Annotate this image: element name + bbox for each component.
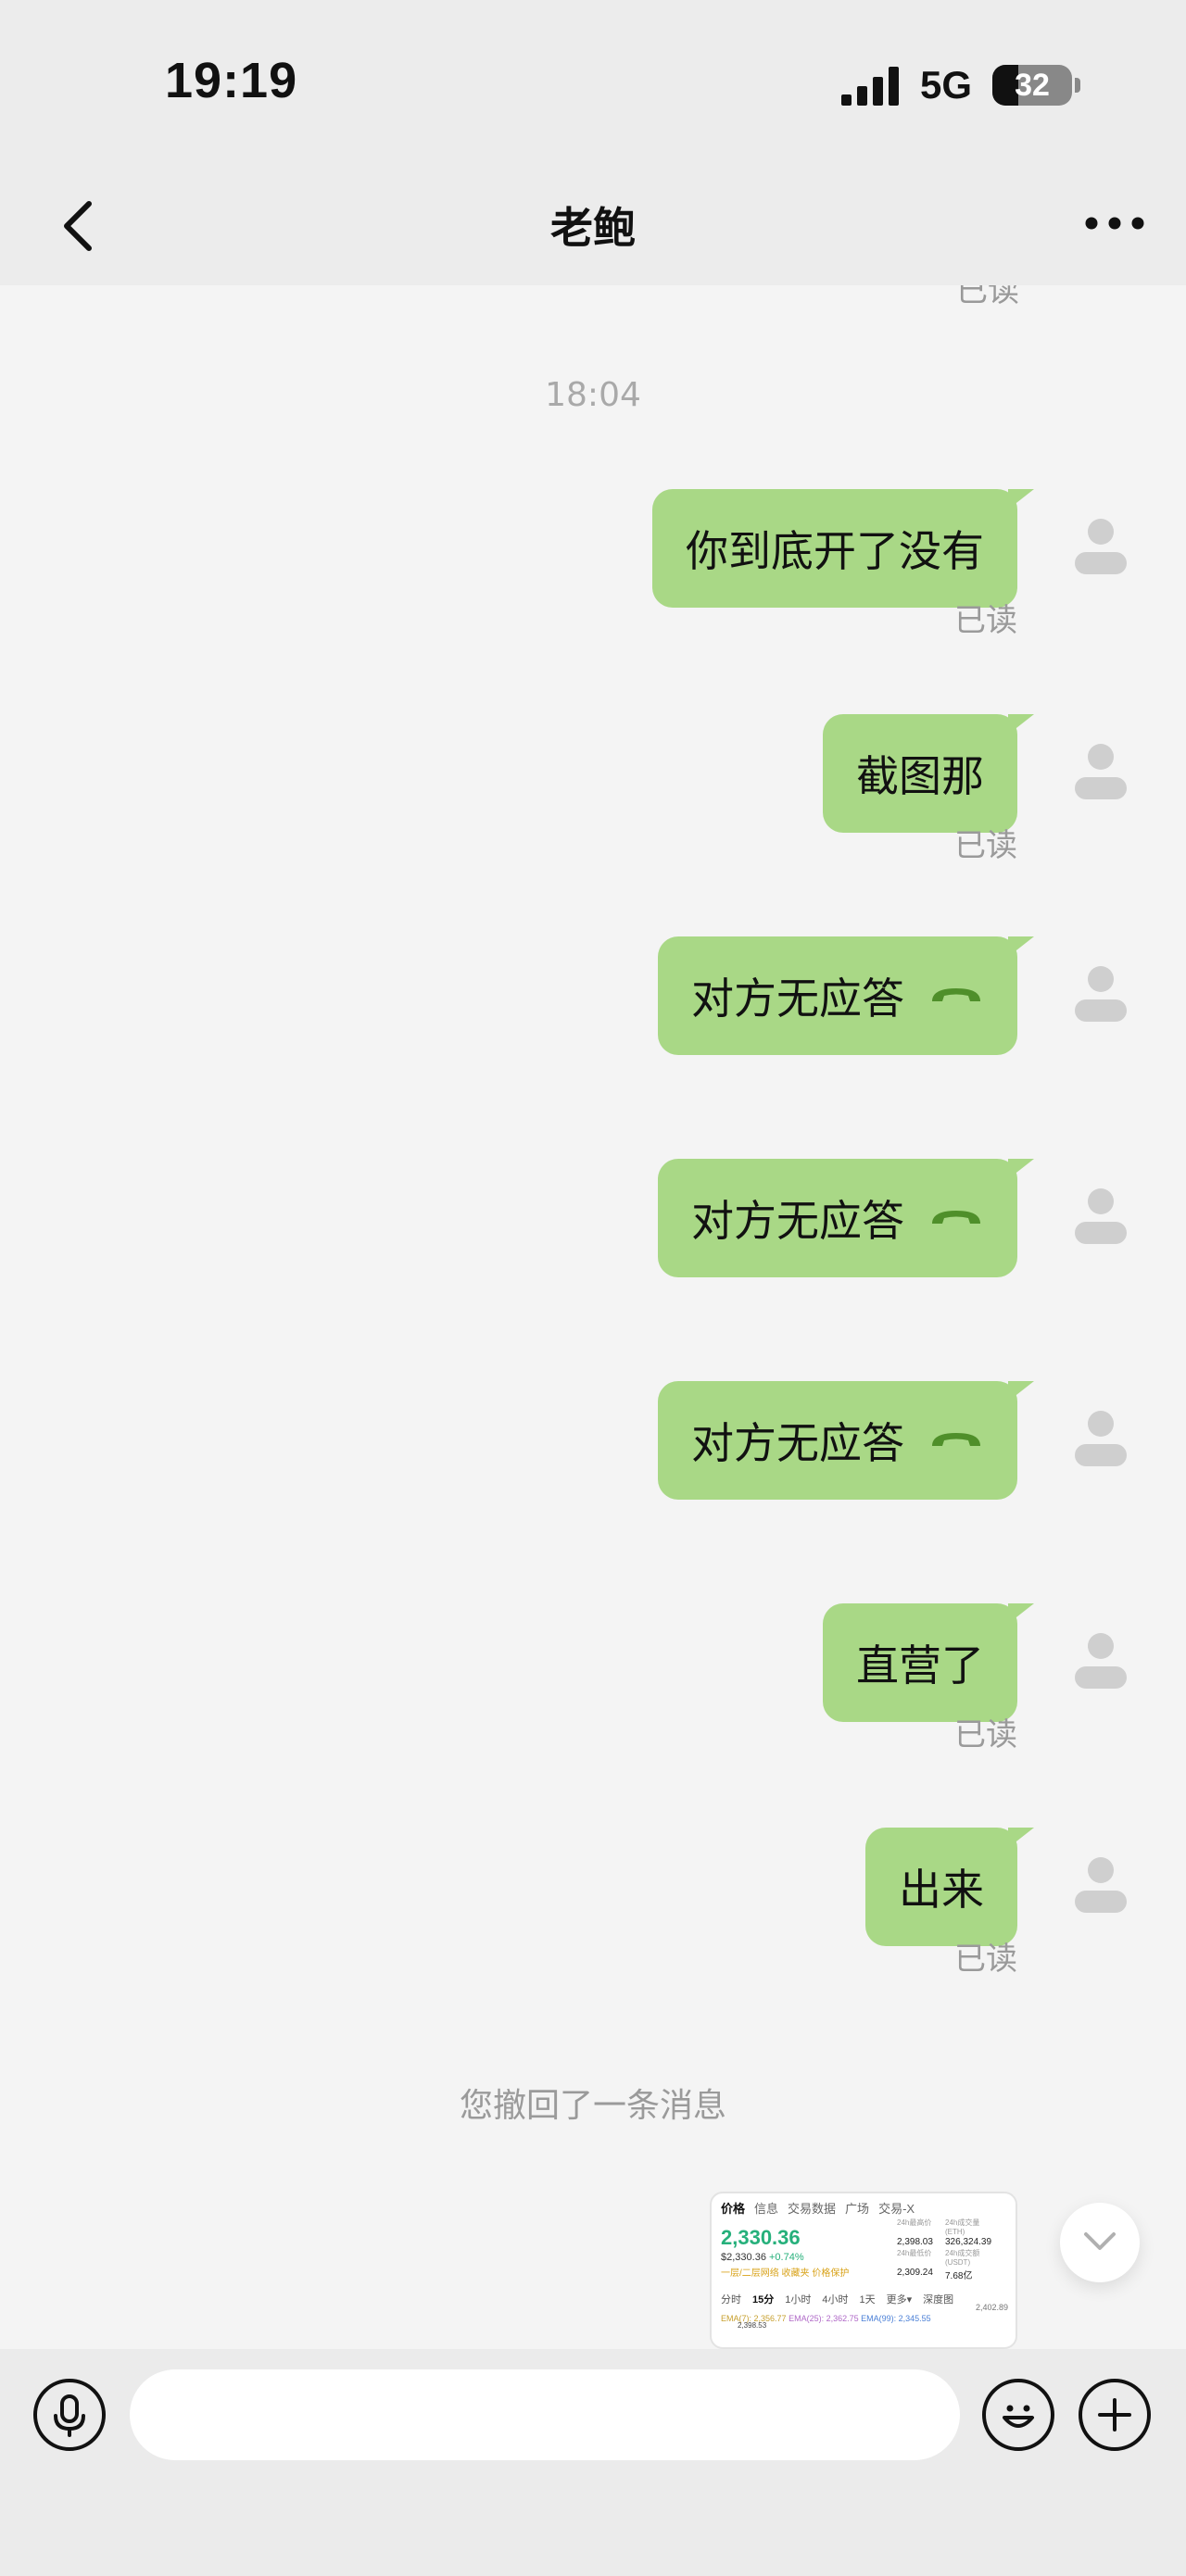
period-item-active: 15分 xyxy=(752,2294,775,2306)
avatar-icon[interactable] xyxy=(1075,1409,1127,1466)
call-status-text: 对方无应答 xyxy=(691,1196,904,1246)
avatar-icon[interactable] xyxy=(1075,742,1127,799)
call-record-row: 对方无应答 xyxy=(0,936,1186,1057)
avatar-icon[interactable] xyxy=(1075,1855,1127,1913)
message-input[interactable] xyxy=(130,2369,960,2460)
screenshot-tabs: 价格 信息 交易数据 广场 交易-X xyxy=(721,2199,1006,2217)
call-record-row: 对方无应答 xyxy=(0,1381,1186,1502)
screenshot-tab: 交易数据 xyxy=(788,2202,837,2216)
battery-level: 32 xyxy=(1015,68,1050,103)
avatar-icon[interactable] xyxy=(1075,1631,1127,1689)
message-bubble[interactable]: 出来 xyxy=(865,1828,1034,1946)
battery-icon: 32 xyxy=(992,65,1072,106)
ema-b: EMA(25): 2,362.75 xyxy=(789,2314,859,2323)
avatar-icon[interactable] xyxy=(1075,964,1127,1022)
stat-label: 24h成交额(USDT) xyxy=(945,2249,980,2267)
message-timestamp: 18:04 xyxy=(545,376,641,414)
network-type: 5G xyxy=(920,63,973,107)
microphone-icon xyxy=(54,2394,85,2437)
period-item: 分时 xyxy=(721,2294,741,2306)
screenshot-change: +0.74% xyxy=(769,2252,804,2263)
stat-value: 7.68亿 xyxy=(945,2271,973,2281)
message-bubble[interactable]: 截图那 xyxy=(823,714,1034,833)
message-text: 出来 xyxy=(899,1865,984,1915)
message-text: 截图那 xyxy=(856,751,984,801)
stat-value: 2,309.24 xyxy=(897,2268,933,2278)
screenshot-mini-label: 2,398.53 xyxy=(738,2321,767,2330)
screenshot-periods: 分时 15分 1小时 4小时 1天 更多▾ 深度图 xyxy=(721,2292,1006,2306)
image-message[interactable]: 价格 信息 交易数据 广场 交易-X 2,330.36 $2,330.36 +0… xyxy=(710,2192,1017,2349)
message-bubble[interactable]: 你到底开了没有 xyxy=(652,489,1034,608)
chat-title: 老鲍 xyxy=(550,203,636,253)
read-receipt: 已读 xyxy=(954,602,1017,639)
call-status-text: 对方无应答 xyxy=(691,974,904,1024)
screenshot-tab: 交易-X xyxy=(878,2202,915,2216)
call-status-text: 对方无应答 xyxy=(691,1418,904,1468)
chevron-down-icon xyxy=(1084,2232,1116,2250)
stat-label: 24h最高价 xyxy=(897,2218,932,2227)
read-receipt: 已读 xyxy=(954,827,1017,864)
screenshot-tab: 广场 xyxy=(845,2202,870,2216)
period-item: 4小时 xyxy=(822,2294,849,2306)
plus-icon xyxy=(1098,2398,1131,2431)
ema-c: EMA(99): 2,345.55 xyxy=(861,2314,931,2323)
status-time: 19:19 xyxy=(165,53,298,108)
message-text: 你到底开了没有 xyxy=(686,526,984,576)
emoji-icon xyxy=(1003,2405,1034,2428)
message-row: 出来 已读 xyxy=(0,1828,1186,1978)
hangup-phone-icon xyxy=(932,988,980,1001)
scroll-to-bottom-button[interactable] xyxy=(1060,2203,1140,2282)
avatar-icon[interactable] xyxy=(1075,517,1127,574)
period-item: 更多▾ xyxy=(886,2294,913,2306)
screenshot-axis-label: 2,402.89 xyxy=(975,2303,1008,2312)
period-item: 1小时 xyxy=(785,2294,812,2306)
call-record-bubble[interactable]: 对方无应答 xyxy=(658,936,1034,1055)
top-bar: 19:19 5G 32 老鲍 xyxy=(0,0,1186,285)
screenshot-stats: 24h最高价 24h成交量(ETH) 2,398.03 326,324.39 2… xyxy=(897,2218,997,2281)
battery-tip xyxy=(1075,78,1080,93)
message-row: 你到底开了没有 已读 xyxy=(0,489,1186,639)
input-bar xyxy=(0,2349,1186,2576)
message-text: 直营了 xyxy=(856,1640,984,1690)
message-row: 截图那 已读 xyxy=(0,714,1186,864)
read-receipt: 已读 xyxy=(954,1716,1017,1753)
stat-label: 24h最低价 xyxy=(897,2249,932,2257)
stat-label: 24h成交量(ETH) xyxy=(945,2218,980,2236)
call-record-row: 对方无应答 xyxy=(0,1159,1186,1279)
voice-button[interactable] xyxy=(33,2379,106,2451)
emoji-button[interactable] xyxy=(982,2379,1054,2451)
stat-value: 326,324.39 xyxy=(945,2237,992,2247)
stat-value: 2,398.03 xyxy=(897,2237,933,2247)
hangup-phone-icon xyxy=(932,1211,980,1224)
ellipsis-icon[interactable] xyxy=(1084,209,1145,237)
message-row: 直营了 已读 xyxy=(0,1603,1186,1753)
period-item: 1天 xyxy=(859,2294,876,2306)
more-actions-button[interactable] xyxy=(1079,2379,1151,2451)
hangup-phone-icon xyxy=(932,1433,980,1446)
avatar-icon[interactable] xyxy=(1075,1187,1127,1244)
message-bubble[interactable]: 直营了 xyxy=(823,1603,1034,1722)
screenshot-tab: 价格 xyxy=(721,2202,746,2216)
call-record-bubble[interactable]: 对方无应答 xyxy=(658,1159,1034,1277)
call-record-bubble[interactable]: 对方无应答 xyxy=(658,1381,1034,1500)
signal-icon xyxy=(841,67,899,106)
recall-notice: 您撤回了一条消息 xyxy=(459,2087,726,2125)
period-item: 深度图 xyxy=(923,2294,954,2306)
screenshot-usd: $2,330.36 xyxy=(721,2252,766,2263)
read-receipt: 已读 xyxy=(954,1941,1017,1978)
screenshot-tab: 信息 xyxy=(754,2202,779,2216)
